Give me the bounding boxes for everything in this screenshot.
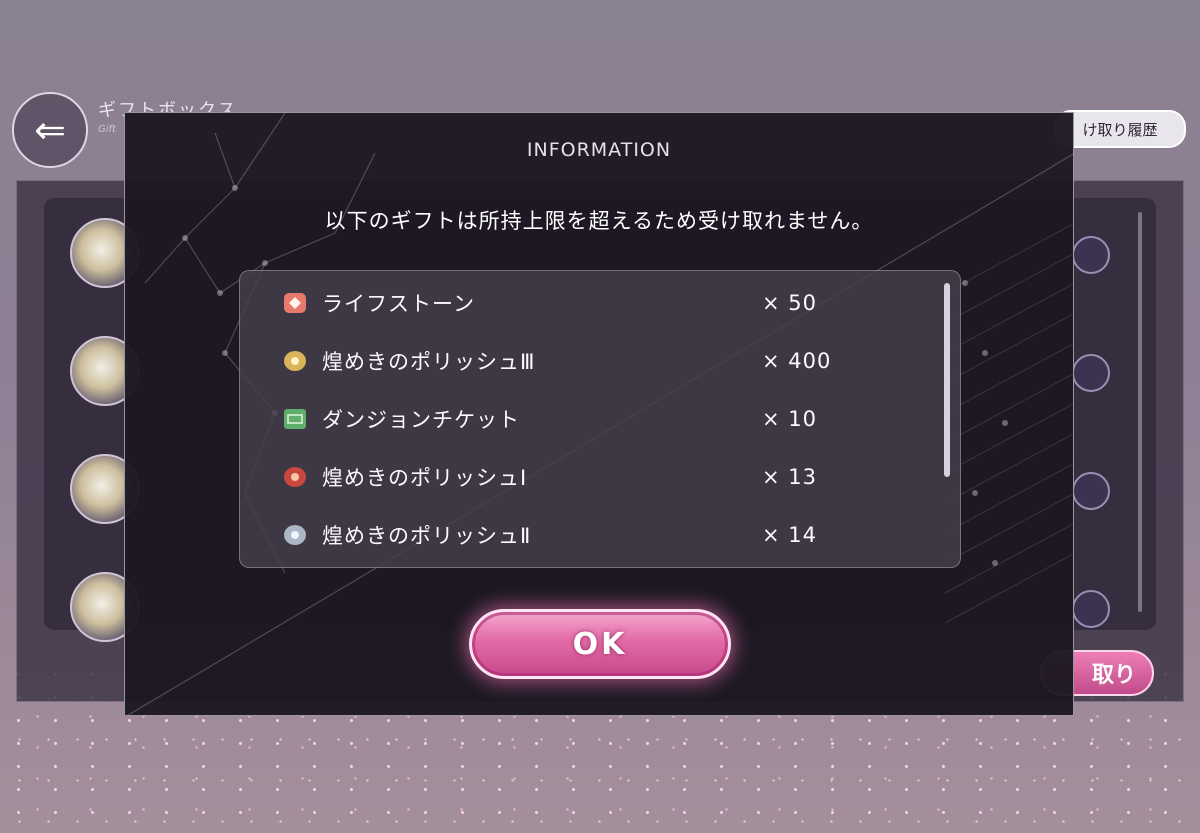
list-item: ライフストーン × 50: [284, 283, 884, 323]
back-button[interactable]: ⇐: [12, 92, 88, 168]
list-item: ダンジョンチケット × 10: [284, 399, 884, 439]
polish-3-icon: [284, 351, 306, 371]
item-quantity: × 50: [762, 291, 817, 315]
ok-button[interactable]: OK: [469, 609, 731, 679]
item-name: 煌めきのポリッシュⅢ: [322, 350, 536, 374]
polish-2-icon: [284, 525, 306, 545]
gift-receive-circle[interactable]: [1072, 590, 1110, 628]
gift-receive-circle[interactable]: [1072, 472, 1110, 510]
gift-list-scrollbar[interactable]: [1138, 212, 1142, 612]
gift-receive-circle[interactable]: [1072, 236, 1110, 274]
item-quantity: × 400: [762, 349, 832, 373]
ok-button-label: OK: [572, 626, 628, 662]
item-quantity: × 10: [762, 407, 817, 431]
gift-receive-circle[interactable]: [1072, 354, 1110, 392]
list-item: 煌めきのポリッシュⅡ × 14: [284, 515, 884, 555]
life-stone-icon: [284, 293, 306, 313]
dungeon-ticket-icon: [284, 409, 306, 429]
page-subtitle: Gift: [98, 124, 116, 135]
list-item: 煌めきのポリッシュⅠ × 13: [284, 457, 884, 497]
item-name: ライフストーン: [322, 292, 475, 316]
dialog-title: INFORMATION: [526, 139, 672, 161]
item-list-scrollbar[interactable]: [944, 283, 950, 477]
dialog-message: 以下のギフトは所持上限を超えるため受け取れません。: [324, 209, 874, 233]
information-dialog: INFORMATION 以下のギフトは所持上限を超えるため受け取れません。 ライ…: [124, 112, 1074, 716]
item-quantity: × 13: [762, 465, 817, 489]
item-name: 煌めきのポリッシュⅠ: [322, 466, 528, 490]
item-list[interactable]: ライフストーン × 50 煌めきのポリッシュⅢ × 400 ダンジョンチケット …: [239, 270, 961, 568]
polish-1-icon: [284, 467, 306, 487]
item-name: 煌めきのポリッシュⅡ: [322, 524, 532, 548]
back-arrow-icon: ⇐: [34, 108, 66, 152]
item-quantity: × 14: [762, 523, 817, 547]
list-item: 煌めきのポリッシュⅢ × 400: [284, 341, 884, 381]
item-name: ダンジョンチケット: [322, 408, 520, 432]
